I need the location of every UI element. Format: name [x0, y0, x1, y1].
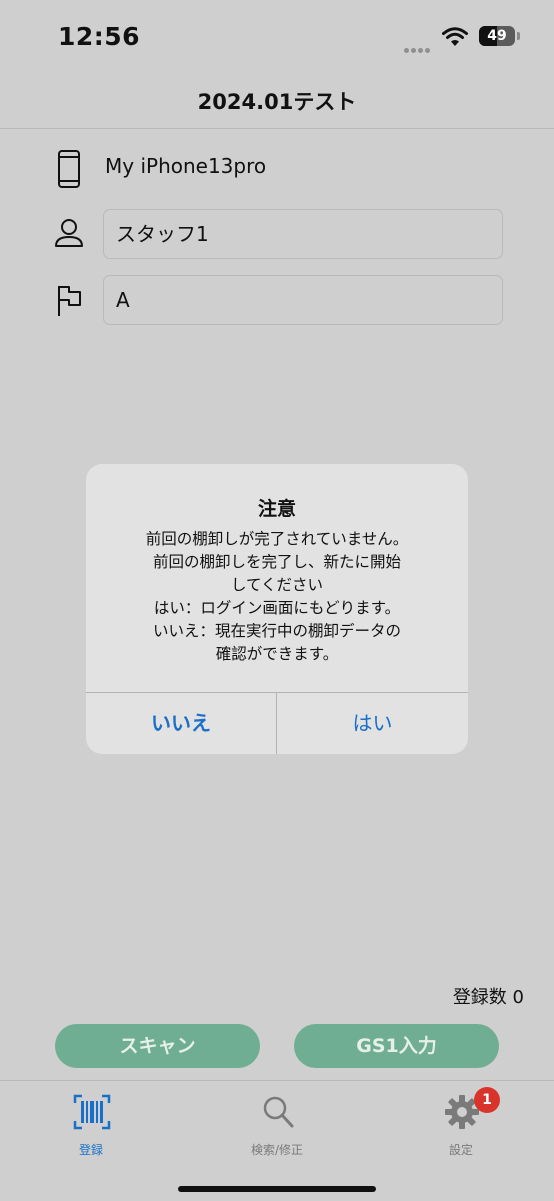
cell-signal-icon: [404, 38, 434, 53]
page-title: 2024.01テスト: [197, 90, 357, 114]
person-icon: [55, 219, 83, 247]
tab-search-edit[interactable]: 検索/修正: [217, 1091, 337, 1161]
battery-nub: [517, 32, 520, 40]
tab-register[interactable]: 登録: [31, 1091, 151, 1161]
dialog-message-line: いいえ：現在実行中の棚卸データの: [152, 622, 401, 640]
nav-bar: 2024.01テスト: [0, 74, 554, 129]
dialog-message: 前回の棚卸しが完了されていません。 前回の棚卸しを完了し、新たに開始 してくださ…: [106, 528, 448, 666]
dialog-message-line: 確認ができます。: [215, 645, 339, 663]
tab-settings[interactable]: 1 設定: [401, 1087, 521, 1161]
dialog-title: 注意: [257, 498, 296, 520]
home-indicator: [178, 1186, 376, 1192]
registration-count: 登録数 0: [452, 987, 524, 1008]
device-row: My iPhone13pro: [0, 142, 554, 194]
phone-icon: [58, 150, 80, 188]
dialog-message-line: 前回の棚卸しを完了し、新たに開始: [152, 553, 401, 571]
no-button[interactable]: いいえ: [86, 693, 276, 754]
status-time: 12:56: [58, 22, 141, 51]
staff-field[interactable]: スタッフ1: [103, 209, 503, 259]
tab-register-label: 登録: [78, 1143, 103, 1157]
tab-bar: 登録 検索/修正 1 設定: [0, 1080, 554, 1201]
gs1-input-button[interactable]: GS1入力: [294, 1024, 499, 1068]
location-row: A: [0, 274, 554, 326]
location-field[interactable]: A: [103, 275, 503, 325]
status-bar: 12:56 49: [0, 0, 554, 74]
barcode-icon: [73, 1094, 111, 1130]
wifi-icon: [442, 27, 468, 46]
magnifier-icon: [263, 1096, 294, 1128]
battery-icon: 49: [479, 26, 515, 46]
settings-badge: 1: [474, 1087, 500, 1113]
dialog-message-line: 前回の棚卸しが完了されていません。: [145, 530, 409, 548]
dialog-message-line: はい：ログイン画面にもどります。: [153, 599, 401, 617]
scan-button[interactable]: スキャン: [55, 1024, 260, 1068]
staff-row: スタッフ1: [0, 208, 554, 260]
battery-level: 49: [487, 28, 507, 44]
dialog-message-line: してください: [230, 576, 324, 594]
flag-icon: [58, 286, 81, 316]
device-name: My iPhone13pro: [105, 154, 267, 178]
tab-search-edit-label: 検索/修正: [250, 1143, 304, 1157]
yes-button[interactable]: はい: [277, 693, 468, 754]
alert-dialog: 注意 前回の棚卸しが完了されていません。 前回の棚卸しを完了し、新たに開始 して…: [86, 464, 468, 754]
tab-settings-label: 設定: [448, 1143, 473, 1157]
